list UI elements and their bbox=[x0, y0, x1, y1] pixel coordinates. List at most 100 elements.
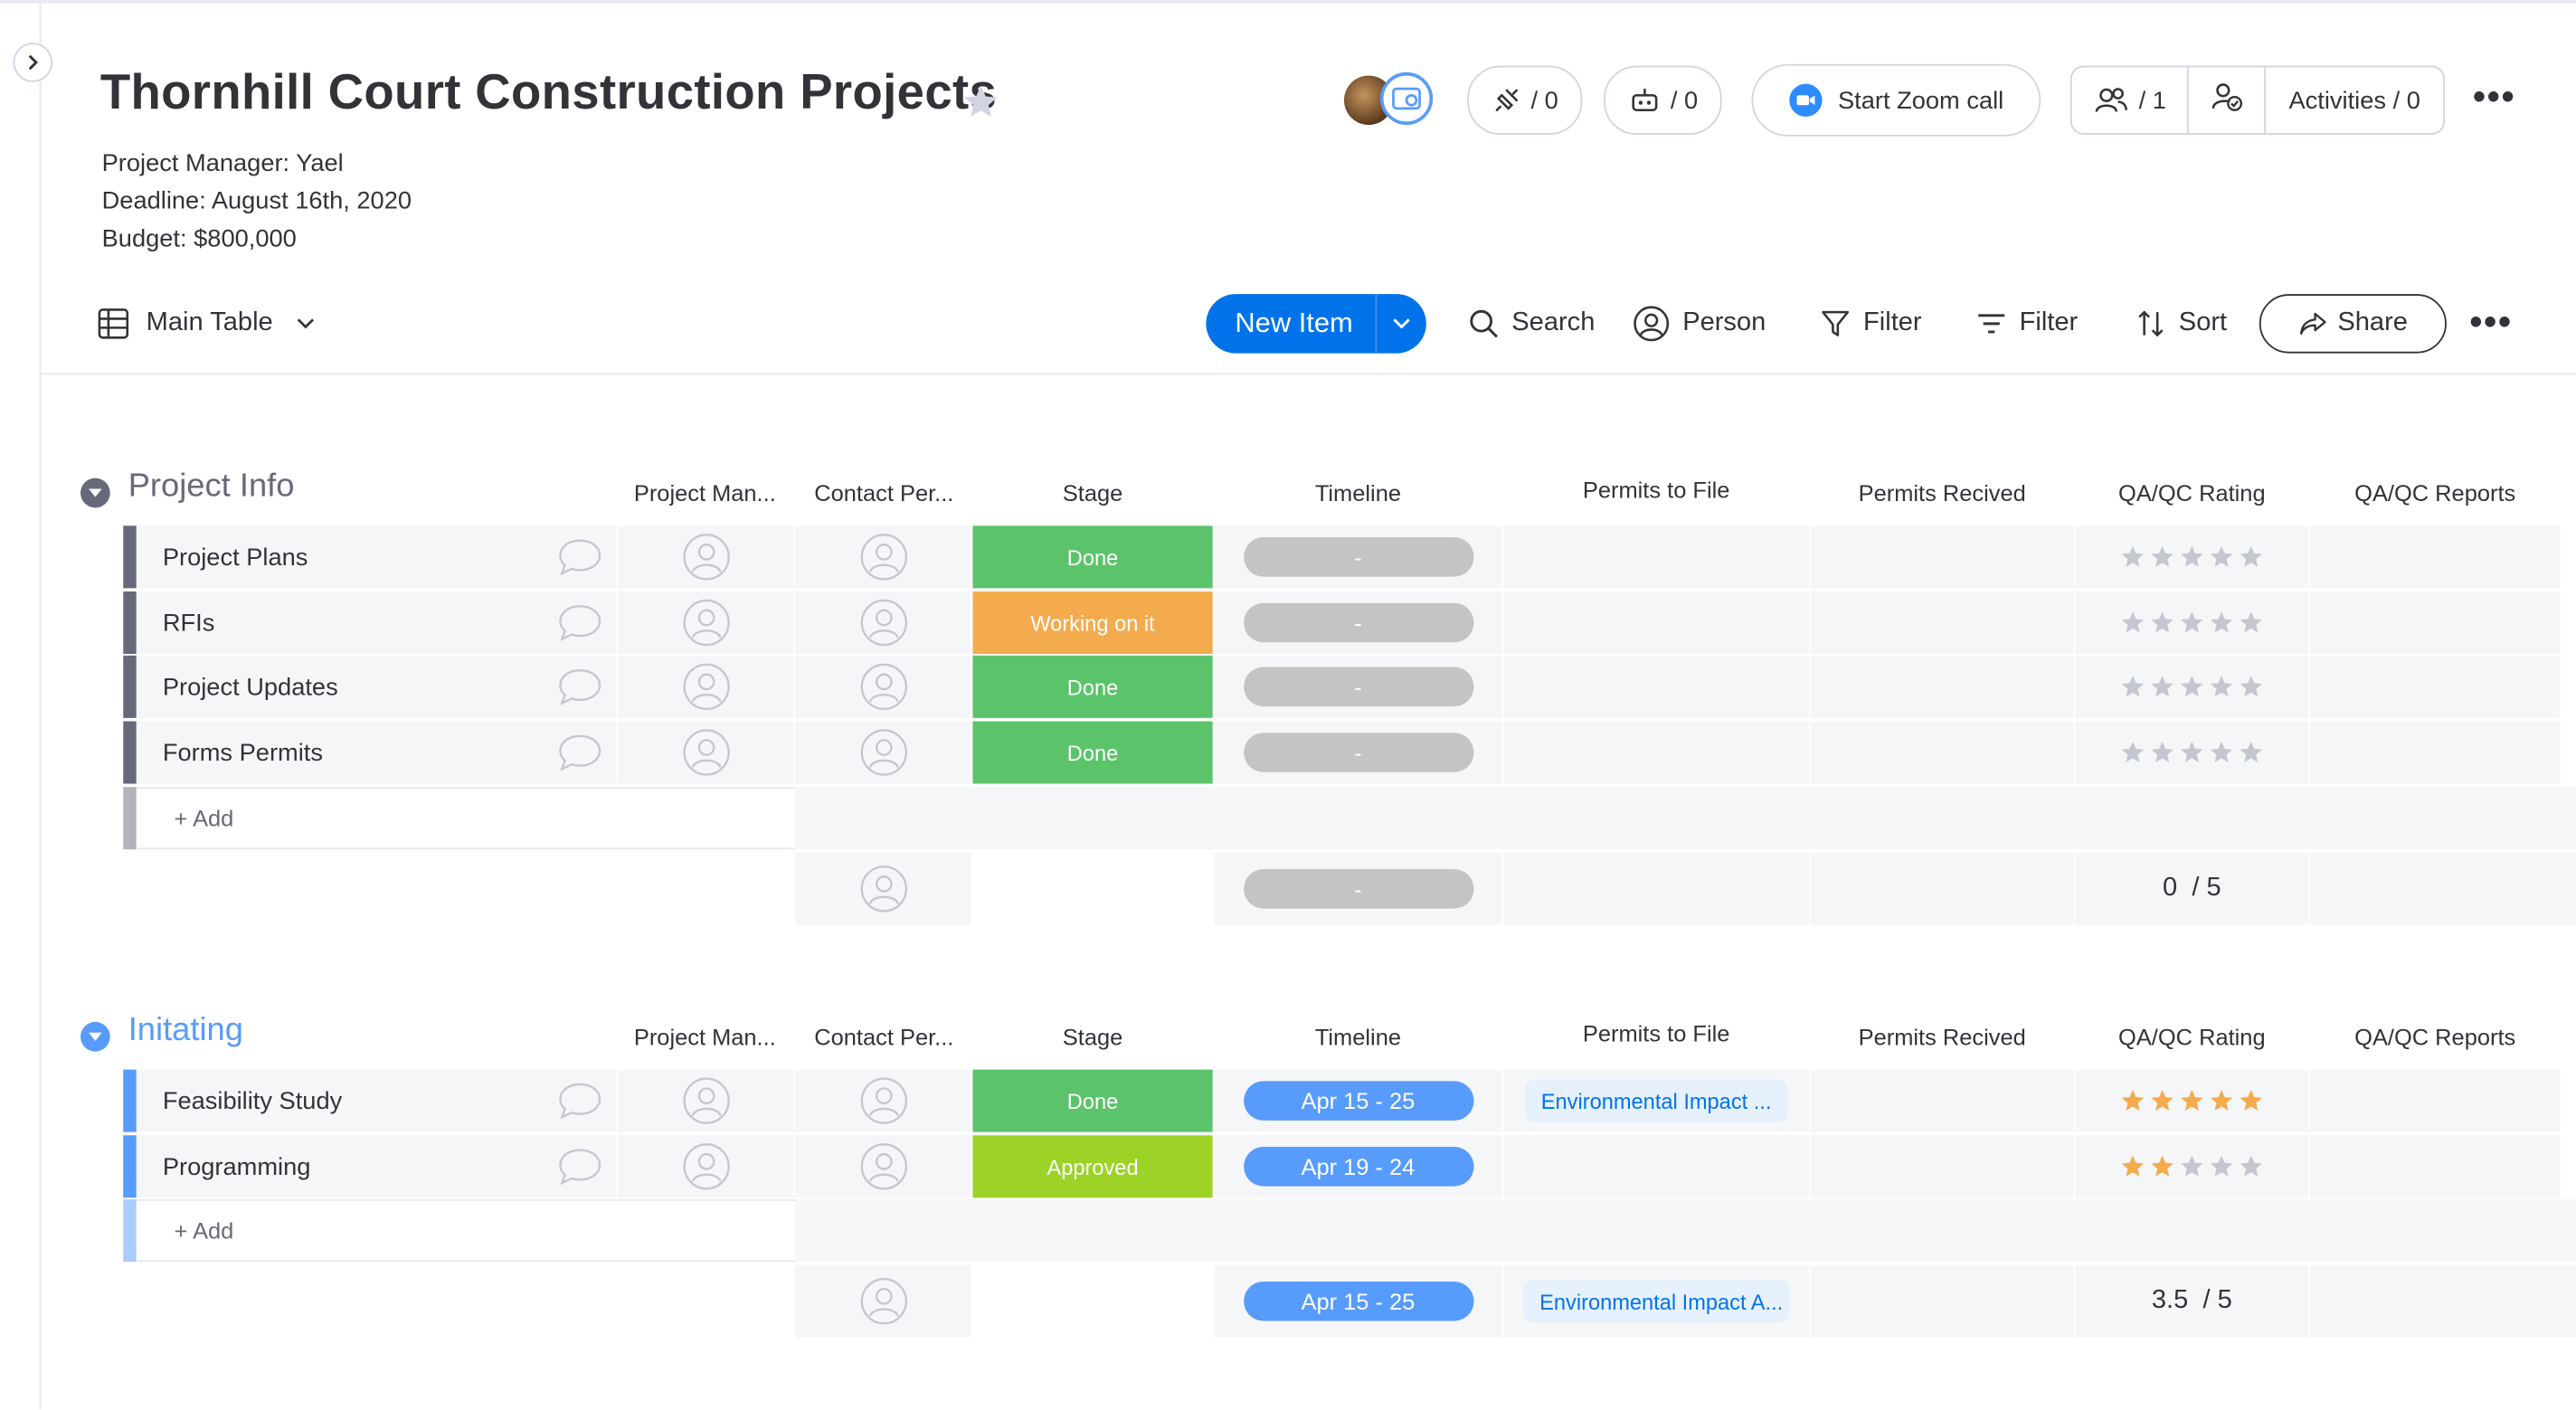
item-name-cell[interactable]: Project Plans bbox=[136, 525, 617, 589]
timeline-cell[interactable]: - bbox=[1214, 655, 1502, 718]
column-header[interactable]: Timeline bbox=[1214, 1024, 1501, 1050]
project-manager-cell[interactable] bbox=[618, 525, 794, 589]
item-name[interactable]: Feasibility Study bbox=[163, 1087, 342, 1115]
contact-person-cell[interactable] bbox=[795, 1069, 971, 1132]
contact-person-cell[interactable] bbox=[795, 1135, 971, 1198]
item-name-cell[interactable]: Programming bbox=[136, 1135, 617, 1198]
new-item-button[interactable]: New Item bbox=[1206, 294, 1426, 354]
permits-received-cell[interactable] bbox=[1810, 655, 2074, 718]
permits-to-file-cell[interactable] bbox=[1503, 721, 1810, 784]
qa-reports-cell[interactable] bbox=[2310, 525, 2561, 589]
permits-to-file-cell[interactable] bbox=[1503, 655, 1810, 718]
permits-received-cell[interactable] bbox=[1810, 1135, 2074, 1198]
rating-stars[interactable] bbox=[2119, 674, 2264, 700]
file-chip[interactable]: Environmental Impact A... bbox=[1522, 1280, 1790, 1323]
timeline-cell[interactable]: - bbox=[1214, 721, 1502, 784]
qa-rating-cell[interactable] bbox=[2075, 1135, 2309, 1198]
updates-button[interactable] bbox=[557, 603, 603, 649]
updates-button[interactable] bbox=[557, 667, 603, 714]
rating-stars[interactable] bbox=[2119, 544, 2264, 570]
activities-button[interactable]: Activities / 0 bbox=[2266, 86, 2443, 114]
rating-stars[interactable] bbox=[2119, 610, 2264, 636]
stage-status-cell[interactable]: Done bbox=[972, 525, 1213, 589]
column-header[interactable]: QA/QC Reports bbox=[2310, 479, 2560, 506]
timeline-cell[interactable]: - bbox=[1214, 591, 1502, 655]
qa-reports-cell[interactable] bbox=[2310, 655, 2561, 718]
expand-sidebar-button[interactable] bbox=[13, 43, 53, 82]
column-header[interactable]: Stage bbox=[972, 1024, 1212, 1050]
updates-button[interactable] bbox=[557, 537, 603, 583]
advanced-filter-button[interactable]: Filter bbox=[1976, 300, 2078, 346]
board-description-line[interactable]: Budget: $800,000 bbox=[102, 225, 297, 253]
contact-person-cell[interactable] bbox=[795, 721, 971, 784]
timeline-cell[interactable]: - bbox=[1214, 525, 1502, 589]
qa-reports-cell[interactable] bbox=[2310, 721, 2561, 784]
board-subscribers[interactable] bbox=[1343, 71, 1436, 128]
column-header[interactable]: Permits Recived bbox=[1811, 1024, 2074, 1050]
add-item-input[interactable]: + Add bbox=[136, 787, 796, 850]
item-name-cell[interactable]: Forms Permits bbox=[136, 721, 617, 784]
start-zoom-call-button[interactable]: Start Zoom call bbox=[1751, 63, 2041, 137]
stage-status-cell[interactable]: Approved bbox=[972, 1135, 1213, 1198]
column-header[interactable]: QA/QC Rating bbox=[2075, 479, 2308, 506]
item-name[interactable]: Project Plans bbox=[163, 543, 308, 571]
search-button[interactable]: Search bbox=[1469, 300, 1595, 346]
column-header[interactable]: QA/QC Rating bbox=[2075, 1024, 2308, 1050]
members-button[interactable]: / 1 bbox=[2072, 85, 2187, 115]
permits-to-file-cell[interactable] bbox=[1503, 1135, 1810, 1198]
group-collapse-button[interactable] bbox=[80, 1021, 110, 1052]
automations-button[interactable]: / 0 bbox=[1604, 65, 1722, 135]
group-collapse-button[interactable] bbox=[80, 478, 110, 508]
column-header[interactable]: Project Man... bbox=[631, 1024, 779, 1050]
permits-to-file-cell[interactable] bbox=[1503, 525, 1810, 589]
item-name-cell[interactable]: Project Updates bbox=[136, 655, 617, 718]
favorite-star-icon[interactable] bbox=[961, 82, 1001, 130]
board-description-line[interactable]: Project Manager: Yael bbox=[102, 149, 344, 177]
contact-person-cell[interactable] bbox=[795, 655, 971, 718]
project-manager-cell[interactable] bbox=[618, 1135, 794, 1198]
column-header[interactable]: Stage bbox=[972, 479, 1212, 506]
timeline-cell[interactable]: Apr 15 - 25 bbox=[1214, 1069, 1502, 1132]
item-name[interactable]: Programming bbox=[163, 1152, 311, 1180]
new-item-dropdown-button[interactable] bbox=[1377, 317, 1425, 331]
contact-person-cell[interactable] bbox=[795, 525, 971, 589]
qa-rating-cell[interactable] bbox=[2075, 525, 2309, 589]
item-name-cell[interactable]: RFIs bbox=[136, 591, 617, 655]
qa-reports-cell[interactable] bbox=[2310, 591, 2561, 655]
table-row[interactable]: Project Plans Done - bbox=[123, 525, 2576, 589]
filter-button[interactable]: Filter bbox=[1821, 300, 1922, 346]
table-row[interactable]: RFIs Working on it - bbox=[123, 591, 2576, 655]
guests-access-button[interactable] bbox=[2189, 80, 2265, 120]
column-header[interactable]: Contact Per... bbox=[809, 479, 960, 506]
column-header[interactable]: Permits Recived bbox=[1811, 479, 2074, 506]
integrations-button[interactable]: / 0 bbox=[1467, 65, 1583, 135]
view-selector[interactable]: Main Table bbox=[97, 300, 316, 346]
add-item-row[interactable]: + Add bbox=[123, 787, 2576, 850]
column-header[interactable]: Permits to File bbox=[1503, 1020, 1809, 1046]
rating-stars[interactable] bbox=[2119, 1153, 2264, 1179]
item-name[interactable]: RFIs bbox=[163, 609, 215, 637]
column-header[interactable]: Timeline bbox=[1214, 479, 1501, 506]
share-button[interactable]: Share bbox=[2259, 294, 2447, 354]
board-menu-button[interactable]: ••• bbox=[2473, 76, 2515, 118]
updates-button[interactable] bbox=[557, 733, 603, 779]
permits-received-cell[interactable] bbox=[1810, 525, 2074, 589]
group-title[interactable]: Project Info bbox=[128, 468, 295, 506]
sort-button[interactable]: Sort bbox=[2136, 300, 2227, 346]
table-row[interactable]: Feasibility Study Done Apr 15 - 25 Environm… bbox=[123, 1069, 2576, 1132]
rating-stars[interactable] bbox=[2119, 739, 2264, 765]
timeline-cell[interactable]: Apr 19 - 24 bbox=[1214, 1135, 1502, 1198]
stage-status-cell[interactable]: Working on it bbox=[972, 591, 1213, 655]
project-manager-cell[interactable] bbox=[618, 721, 794, 784]
board-title[interactable]: Thornhill Court Construction Projects bbox=[100, 66, 997, 122]
project-manager-cell[interactable] bbox=[618, 1069, 794, 1132]
stage-status-cell[interactable]: Done bbox=[972, 1069, 1213, 1132]
table-row[interactable]: Programming Approved Apr 19 - 24 bbox=[123, 1135, 2576, 1198]
group-title[interactable]: Initating bbox=[128, 1012, 243, 1050]
item-name[interactable]: Forms Permits bbox=[163, 739, 323, 767]
contact-person-cell[interactable] bbox=[795, 591, 971, 655]
qa-reports-cell[interactable] bbox=[2310, 1135, 2561, 1198]
qa-rating-cell[interactable] bbox=[2075, 591, 2309, 655]
toolbar-menu-button[interactable]: ••• bbox=[2469, 300, 2512, 343]
updates-button[interactable] bbox=[557, 1147, 603, 1193]
